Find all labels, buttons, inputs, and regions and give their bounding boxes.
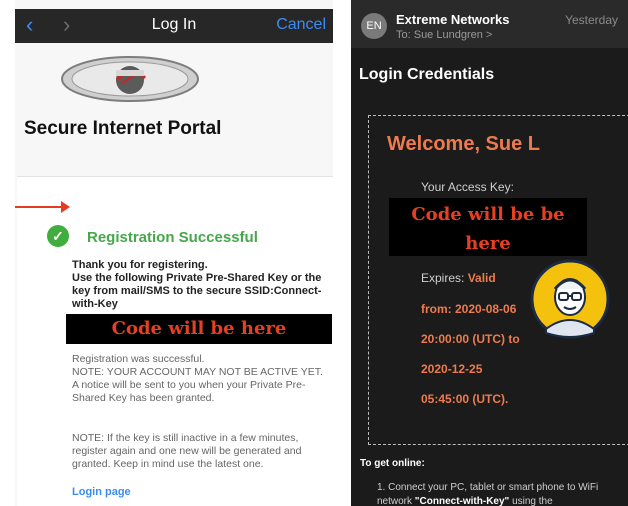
registration-card: ✓ Registration Successful Thank you for …: [17, 176, 333, 506]
nav-bar: ‹ › Log In Cancel: [15, 9, 333, 43]
expiry-line: from: 2020-08-06: [421, 302, 517, 316]
sender-name: Extreme Networks: [396, 12, 510, 27]
email-subject: Login Credentials: [359, 66, 495, 83]
right-phone-screen: EN Extreme Networks Yesterday To: Sue Lu…: [351, 0, 628, 506]
user-cartoon-icon: [530, 259, 610, 339]
cancel-button[interactable]: Cancel: [276, 16, 326, 34]
expiry-line: 05:45:00 (UTC).: [421, 392, 509, 406]
expires-label: Expires: Valid: [421, 271, 496, 285]
access-code-line2: here: [465, 233, 511, 254]
expiry-dates: from: 2020-08-06 20:00:00 (UTC) to 2020-…: [421, 294, 520, 414]
status-text: Registration was successful. NOTE: YOUR …: [72, 353, 330, 405]
expiry-line: 2020-12-25: [421, 362, 483, 376]
registration-success-title: Registration Successful: [87, 229, 258, 246]
recipient-line[interactable]: To: Sue Lundgren >: [396, 29, 492, 41]
red-arrow: [15, 206, 67, 208]
inactive-key-note: NOTE: If the key is still inactive in a …: [72, 432, 302, 470]
left-phone-screen: ‹ › Log In Cancel Secure Internet Portal…: [15, 0, 333, 506]
instructions-heading: To get online:: [360, 458, 425, 469]
expires-valid: Valid: [467, 271, 496, 285]
portal-title: Secure Internet Portal: [24, 118, 222, 139]
thanks-line: Thank you for registering.: [72, 259, 208, 271]
status-note: NOTE: YOUR ACCOUNT MAY NOT BE ACTIVE YET…: [72, 366, 323, 378]
portal-logo: [61, 56, 199, 102]
expires-text: Expires:: [421, 271, 465, 285]
step-suffix: using the: [512, 496, 553, 506]
access-code-line1: Code will be be: [411, 204, 565, 225]
thanks-text: Thank you for registering. Use the follo…: [72, 259, 330, 311]
instruction-line: Use the following Private Pre-Shared Key…: [72, 272, 322, 310]
expiry-line: 20:00:00 (UTC) to: [421, 332, 520, 346]
code-placeholder-text: Code will be here: [111, 318, 287, 339]
ssid-name: "Connect-with-Key": [414, 496, 510, 506]
checkmark-icon: ✓: [47, 225, 69, 247]
status-line: Registration was successful.: [72, 353, 205, 365]
login-page-link[interactable]: Login page: [72, 486, 131, 498]
access-key-label: Your Access Key:: [421, 180, 514, 194]
email-date: Yesterday: [565, 13, 618, 27]
sender-avatar: EN: [361, 13, 387, 39]
instruction-step: 1. Connect your PC, tablet or smart phon…: [377, 481, 623, 506]
email-header: EN Extreme Networks Yesterday To: Sue Lu…: [351, 0, 628, 48]
red-arrow-head: [61, 201, 70, 213]
welcome-heading: Welcome, Sue L: [387, 133, 541, 155]
status-notice: A notice will be sent to you when your P…: [72, 379, 306, 404]
code-placeholder-bar: Code will be here: [66, 314, 332, 344]
access-code-box: Code will be be here: [389, 198, 587, 256]
